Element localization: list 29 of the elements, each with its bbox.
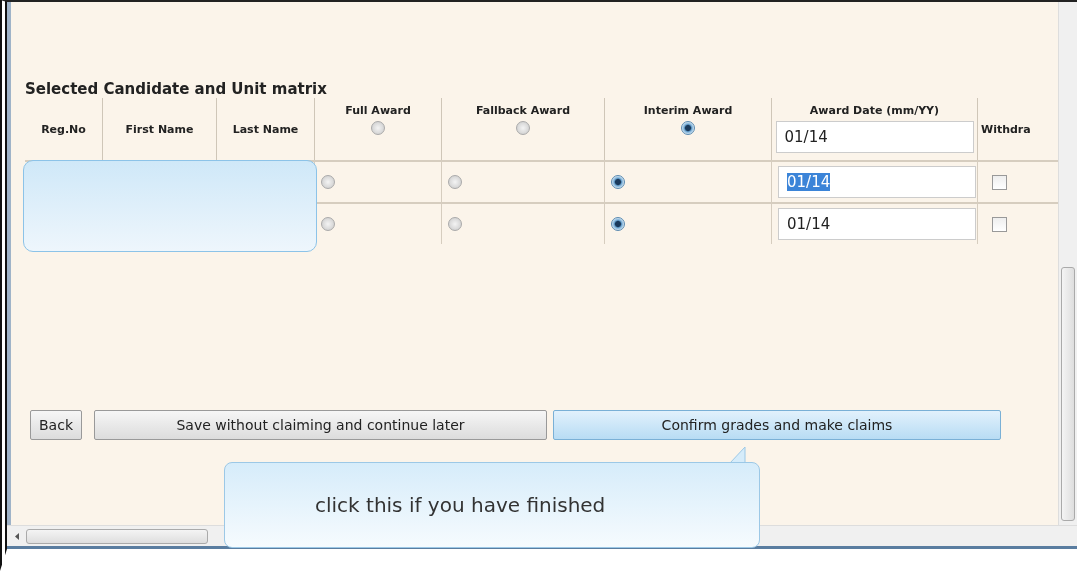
radio-button[interactable] <box>321 217 335 231</box>
radio-button[interactable] <box>321 175 335 189</box>
vertical-scrollbar[interactable] <box>1058 2 1077 525</box>
radio-button[interactable] <box>611 175 625 189</box>
checkbox[interactable] <box>992 174 1007 190</box>
date-field[interactable]: 01/14 <box>778 208 976 240</box>
radio-button[interactable] <box>611 217 625 231</box>
column-header: First Name <box>125 122 194 136</box>
radio-button[interactable] <box>371 121 385 135</box>
scroll-left-arrow-icon[interactable] <box>15 532 20 540</box>
date-field[interactable]: 01/14 <box>778 166 976 198</box>
radio-button[interactable] <box>516 121 530 135</box>
column-header: Reg.No <box>41 122 86 136</box>
column-header: Interim Award <box>643 104 733 117</box>
column-header: Award Date (mm/YY) <box>809 104 940 117</box>
section-title: Selected Candidate and Unit matrix <box>25 80 328 98</box>
checkbox[interactable] <box>992 216 1007 232</box>
confirm-button[interactable]: Confirm grades and make claims <box>553 410 1001 440</box>
column-header: Fallback Award <box>475 104 571 117</box>
back-button[interactable]: Back <box>30 410 82 440</box>
column-header: Full Award <box>345 104 411 117</box>
radio-button[interactable] <box>448 217 462 231</box>
column-header: Last Name <box>232 122 299 136</box>
date-field[interactable]: 01/14 <box>775 121 974 153</box>
column-header: Withdra <box>981 122 1031 136</box>
callout-text: click this if you have finished <box>315 493 606 517</box>
radio-button[interactable] <box>681 121 695 135</box>
radio-button[interactable] <box>448 175 462 189</box>
save-button[interactable]: Save without claiming and continue later <box>94 410 547 440</box>
